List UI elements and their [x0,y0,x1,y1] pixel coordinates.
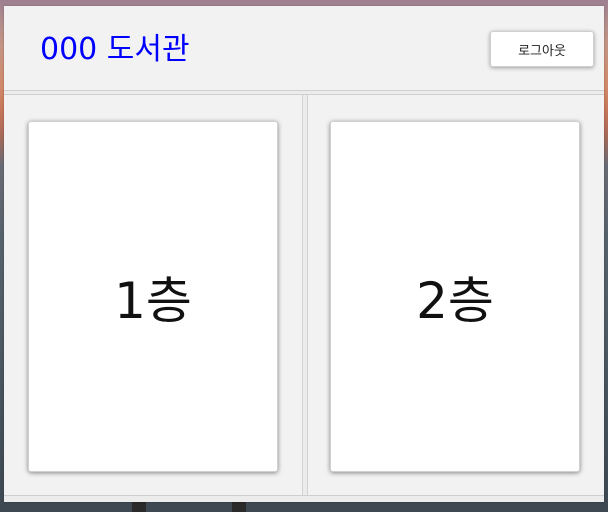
page-title: 000 도서관 [40,32,190,67]
floor-label: 2층 [416,271,494,330]
floor-label: 1층 [114,271,192,330]
floor-card-2[interactable]: 2층 [330,121,580,472]
logout-button[interactable]: 로그아웃 [490,31,594,67]
bottom-divider [4,495,604,502]
column-divider [302,95,308,495]
floor-list: 1층 2층 [4,95,604,495]
floor-card-1[interactable]: 1층 [28,121,278,472]
library-window: 000 도서관 로그아웃 1층 2층 [4,6,604,502]
header: 000 도서관 로그아웃 [4,6,604,90]
